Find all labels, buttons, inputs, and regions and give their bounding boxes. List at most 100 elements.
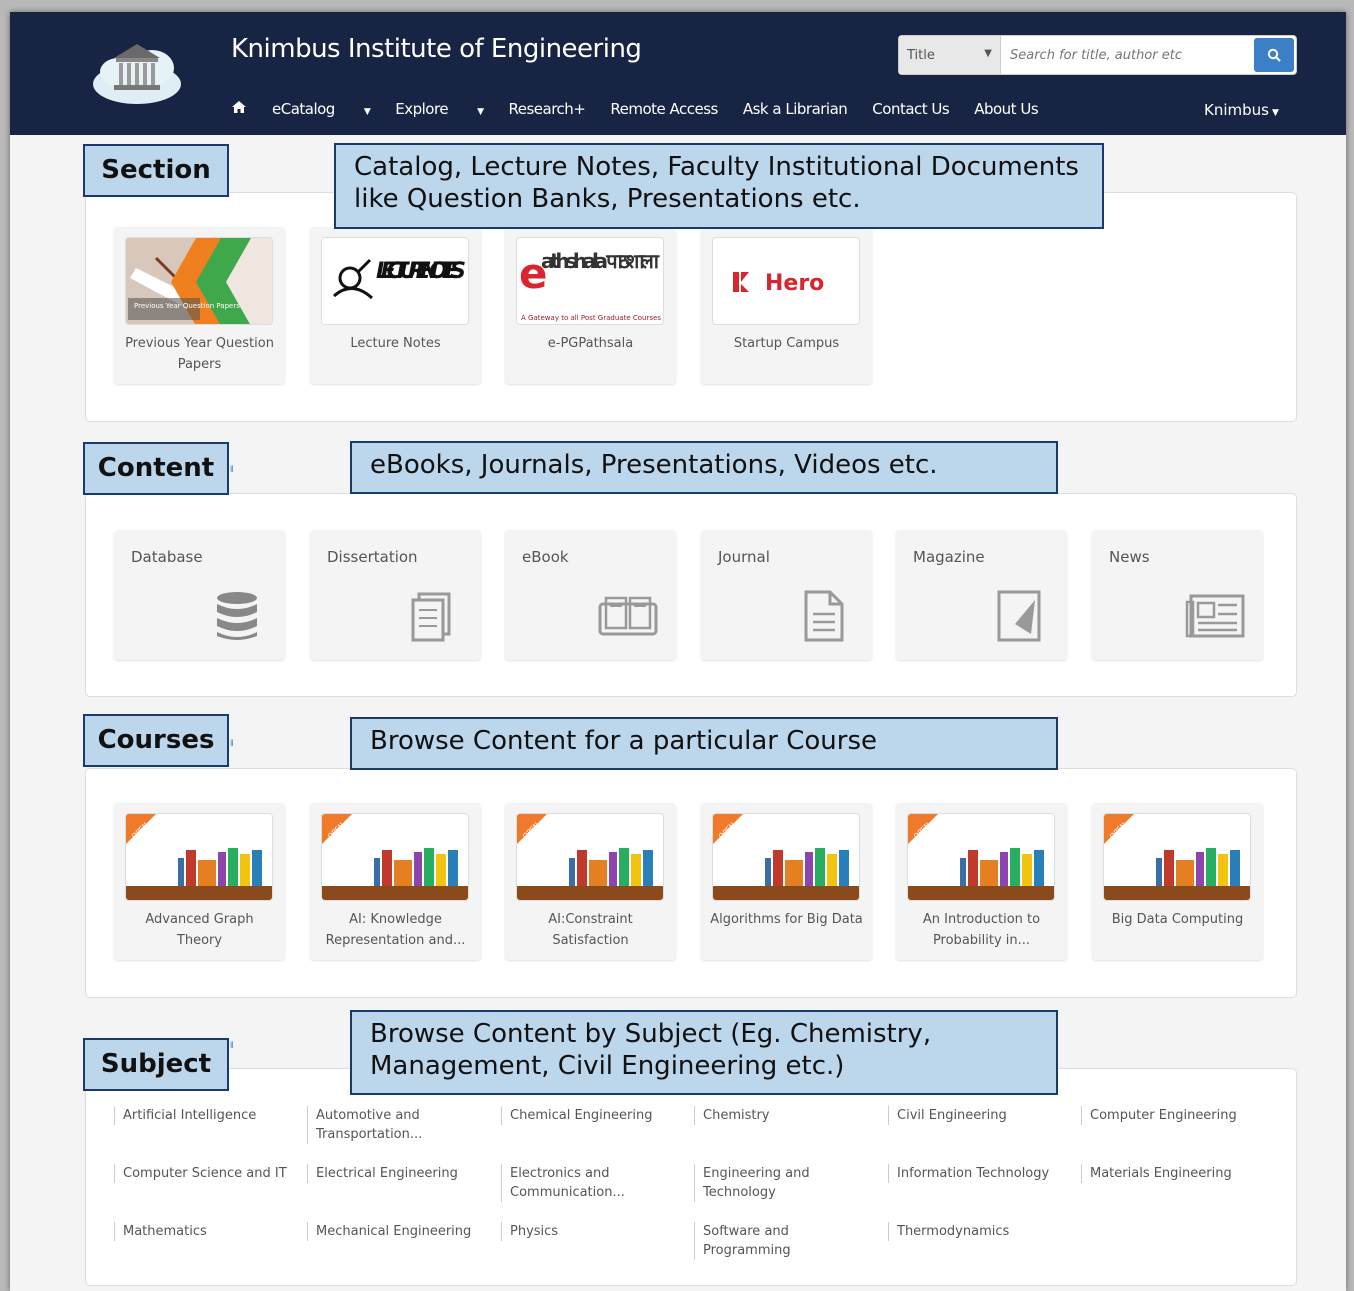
caret-down-icon: ▼: [363, 107, 371, 117]
courses-note: Browse Content for a particular Course: [350, 717, 1058, 770]
caret-down-icon: ▼: [477, 107, 484, 117]
course-tile[interactable]: OPEN Algorithms for Big Data: [701, 803, 872, 960]
dissertation-icon: [411, 592, 451, 642]
search-input[interactable]: [1002, 36, 1250, 74]
epgpathsala-logo-subtext: A Gateway to all Post Graduate Courses: [521, 314, 661, 322]
content-tile-magazine[interactable]: Magazine: [896, 530, 1067, 660]
subject-link[interactable]: Electrical Engineering: [307, 1164, 482, 1183]
nav-contact-us[interactable]: Contact Us: [872, 100, 949, 118]
content-tile-journal[interactable]: Journal: [701, 530, 872, 660]
tile-caption: Big Data Computing: [1111, 912, 1244, 927]
section-tile-lecture-notes[interactable]: LECTURE NOTES Lecture Notes: [310, 227, 481, 384]
courses-panel: OPEN Advanced Graph Theory OPEN AI: Know…: [85, 768, 1297, 998]
course-thumbnail: OPEN: [516, 813, 664, 901]
section-note: Catalog, Lecture Notes, Faculty Institut…: [334, 143, 1104, 229]
tile-label: Database: [131, 548, 203, 566]
subject-link[interactable]: Information Technology: [888, 1164, 1063, 1183]
search-button[interactable]: [1254, 38, 1294, 72]
main-nav: eCatalog ▼ Explore ▼ Research+ Remote Acce…: [231, 100, 1063, 118]
home-icon: [232, 101, 246, 113]
course-tile[interactable]: OPEN Advanced Graph Theory: [114, 803, 285, 960]
subject-link[interactable]: Chemistry: [694, 1106, 869, 1125]
content-tile-database[interactable]: Database: [114, 530, 285, 660]
nav-ask-librarian[interactable]: Ask a Librarian: [743, 100, 848, 118]
tile-caption: Startup Campus: [733, 336, 840, 351]
lecture-notes-logo-text: LECTURE NOTES: [376, 259, 466, 284]
site-title[interactable]: Knimbus Institute of Engineering: [231, 34, 642, 64]
subject-link[interactable]: Automotive and Transportation...: [307, 1106, 482, 1144]
subject-link[interactable]: Thermodynamics: [888, 1222, 1063, 1241]
drag-handle-icon: ‖: [230, 1040, 234, 1050]
tile-caption: An Introduction to Probability in...: [922, 912, 1041, 948]
subject-link[interactable]: Computer Engineering: [1081, 1106, 1256, 1125]
tile-label: News: [1109, 548, 1150, 566]
subject-link[interactable]: Electronics and Communication...: [501, 1164, 676, 1202]
question-papers-image: Previous Year Question Papers: [125, 237, 273, 325]
section-tag: Section: [83, 144, 229, 197]
subject-link[interactable]: Physics: [501, 1222, 676, 1241]
tile-caption: Lecture Notes: [350, 336, 441, 351]
nav-research[interactable]: Research+: [508, 100, 585, 118]
course-tile[interactable]: OPEN An Introduction to Probability in..…: [896, 803, 1067, 960]
tile-caption: Algorithms for Big Data: [710, 912, 863, 927]
database-icon: [217, 592, 257, 640]
caret-down-icon: ▼: [1271, 108, 1279, 118]
section-tile-question-papers[interactable]: Previous Year Question Papers Previous Y…: [114, 227, 285, 384]
magazine-icon: [997, 590, 1041, 642]
content-tile-dissertation[interactable]: Dissertation: [310, 530, 481, 660]
content-tile-news[interactable]: News: [1092, 530, 1263, 660]
course-thumbnail: OPEN: [125, 813, 273, 901]
home-link[interactable]: [231, 100, 247, 118]
course-tile[interactable]: OPEN AI: Knowledge Representation and...: [310, 803, 481, 960]
tile-label: eBook: [522, 548, 569, 566]
content-tag: Content: [83, 442, 229, 495]
tile-caption: AI: Knowledge Representation and...: [325, 912, 466, 948]
course-thumbnail: OPEN: [712, 813, 860, 901]
content-panel: Database Dissertation eBook Journal Maga…: [85, 493, 1297, 697]
nav-explore[interactable]: Explore ▼: [395, 100, 484, 118]
tile-label: Magazine: [913, 548, 985, 566]
page: Knimbus Institute of Engineering Title ▼…: [10, 12, 1346, 1291]
subject-panel: Artificial Intelligence Automotive and T…: [85, 1068, 1297, 1286]
subject-link[interactable]: Materials Engineering: [1081, 1164, 1256, 1183]
nav-ecatalog[interactable]: eCatalog ▼: [272, 100, 371, 118]
subject-note: Browse Content by Subject (Eg. Chemistry…: [350, 1010, 1058, 1095]
tile-label: Journal: [718, 548, 770, 566]
subject-link[interactable]: Civil Engineering: [888, 1106, 1063, 1125]
subject-link[interactable]: Software and Programming: [694, 1222, 869, 1260]
search-icon: [1267, 48, 1281, 62]
startup-campus-image: Hero: [712, 237, 860, 325]
epgpathsala-logo-text: athshala पाठशाला: [541, 249, 660, 273]
subject-link[interactable]: Mechanical Engineering: [307, 1222, 482, 1241]
institute-logo[interactable]: [90, 32, 184, 110]
subject-link[interactable]: Artificial Intelligence: [114, 1106, 289, 1125]
top-header: Knimbus Institute of Engineering Title ▼…: [10, 12, 1346, 135]
tile-caption: e-PGPathsala: [547, 336, 634, 351]
user-menu[interactable]: Knimbus ▼: [1204, 101, 1279, 119]
drag-handle-icon: ‖: [230, 464, 234, 474]
ebook-icon: [598, 596, 658, 636]
section-tile-startup-campus[interactable]: Hero Startup Campus: [701, 227, 872, 384]
section-tile-epgpathsala[interactable]: e athshala पाठशाला A Gateway to all Post…: [505, 227, 676, 384]
subject-link[interactable]: Chemical Engineering: [501, 1106, 676, 1125]
subject-link[interactable]: Engineering and Technology: [694, 1164, 869, 1202]
subject-link[interactable]: Mathematics: [114, 1222, 289, 1241]
nav-remote-access[interactable]: Remote Access: [610, 100, 718, 118]
question-papers-image-text: Previous Year Question Papers: [134, 302, 240, 310]
epgpathsala-image: e athshala पाठशाला A Gateway to all Post…: [516, 237, 664, 325]
subject-tag: Subject: [83, 1038, 229, 1091]
startup-campus-logo-text: Hero: [765, 271, 824, 296]
tile-label: Dissertation: [327, 548, 418, 566]
content-tile-ebook[interactable]: eBook: [505, 530, 676, 660]
nav-about-us[interactable]: About Us: [974, 100, 1038, 118]
course-thumbnail: OPEN: [907, 813, 1055, 901]
course-thumbnail: OPEN: [1103, 813, 1251, 901]
search-field-selected: Title: [907, 48, 935, 63]
lecture-notes-image: LECTURE NOTES: [321, 237, 469, 325]
course-tile[interactable]: OPEN AI:Constraint Satisfaction: [505, 803, 676, 960]
course-thumbnail: OPEN: [321, 813, 469, 901]
search-field-select[interactable]: Title ▼: [899, 36, 1001, 74]
course-tile[interactable]: OPEN Big Data Computing: [1092, 803, 1263, 960]
tile-caption: Advanced Graph Theory: [145, 912, 254, 948]
subject-link[interactable]: Computer Science and IT: [114, 1164, 289, 1183]
